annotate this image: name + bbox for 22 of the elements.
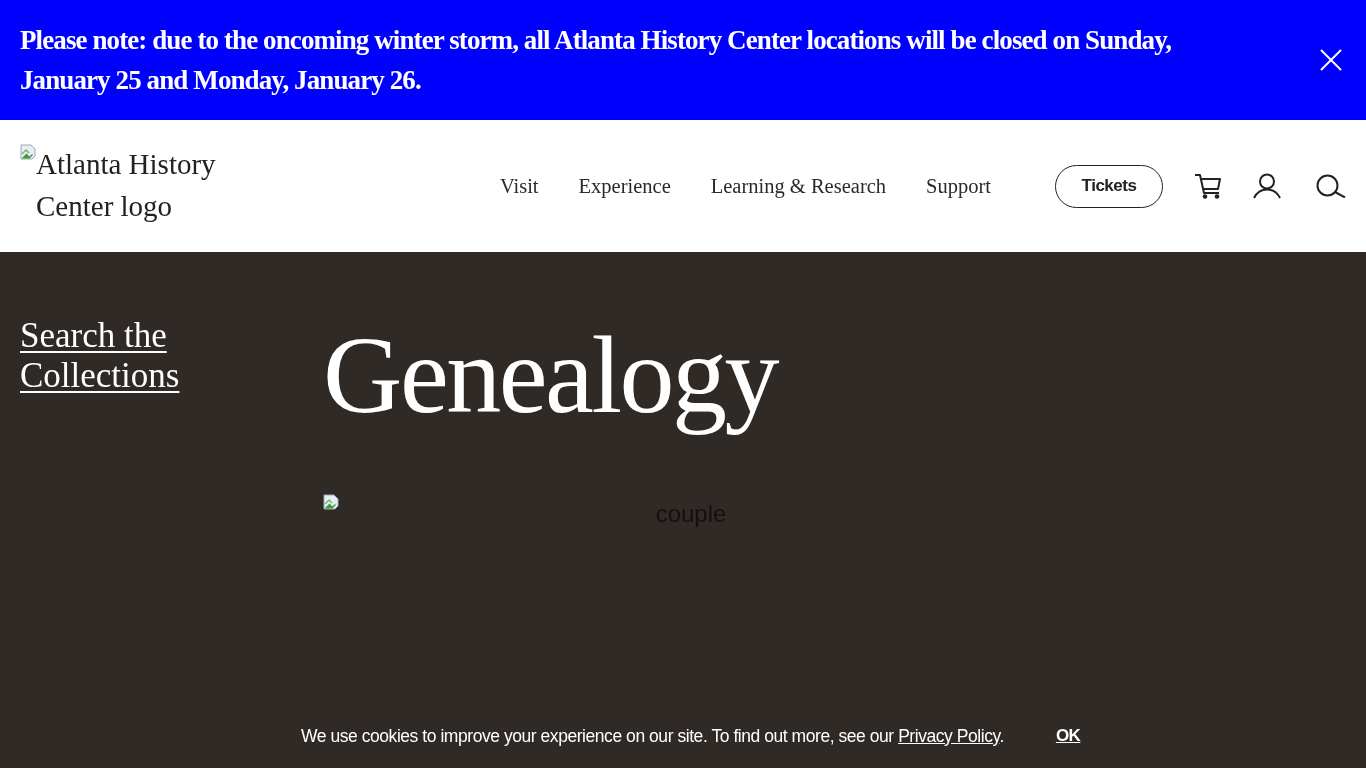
cookie-message: We use cookies to improve your experience on our site. To find out more, see our Privacy Policy. — [301, 725, 1004, 747]
nav-link[interactable]: Experience — [578, 174, 671, 198]
close-icon — [1320, 49, 1342, 71]
search-button[interactable] — [1316, 174, 1346, 198]
nav-link[interactable]: Visit — [499, 174, 539, 198]
search-icon — [1316, 174, 1346, 198]
close-button[interactable] — [1320, 49, 1342, 71]
broken-image-icon — [20, 144, 36, 160]
nav-link[interactable]: Support — [926, 174, 991, 198]
account-button[interactable] — [1253, 173, 1281, 199]
cart-button[interactable] — [1194, 172, 1222, 200]
tickets-button[interactable]: Tickets — [1055, 164, 1163, 208]
logo-alt-text[interactable]: Atlanta History Center logo — [36, 143, 260, 227]
ok-button[interactable]: OK — [1055, 726, 1081, 746]
alert-message: Please note: due to the oncoming winter storm, all Atlanta History Center locations will be closed on Sunday, January 25 and Monday, January 26. — [20, 24, 1173, 97]
nav-link[interactable]: Learning & Research — [710, 174, 887, 198]
search-collections-link[interactable]: Search the Collections — [20, 316, 305, 396]
privacy-policy-link[interactable]: Privacy Policy — [898, 725, 1000, 746]
broken-image-icon — [323, 494, 339, 510]
user-icon — [1253, 173, 1281, 199]
cart-icon — [1194, 172, 1222, 200]
page-title: Genealogy — [323, 313, 779, 438]
